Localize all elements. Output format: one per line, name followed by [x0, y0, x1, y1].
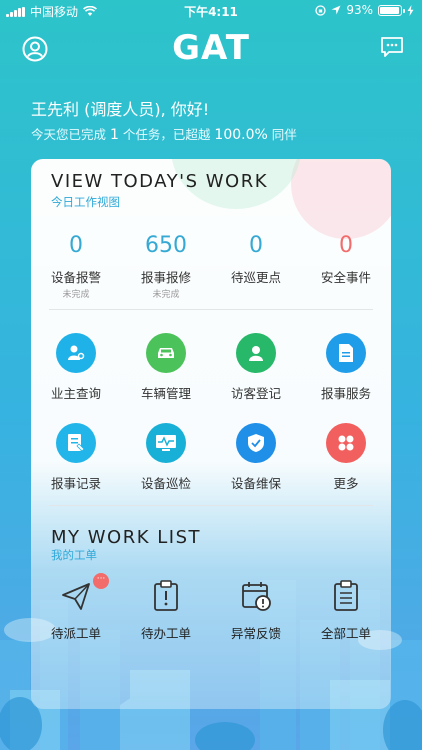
func-visitor-register[interactable]: 访客登记 [211, 333, 301, 423]
stats-row: 0 设备报警 未完成 650 报事报修 未完成 0 待巡更点 0 安全事件 [31, 233, 391, 300]
car-icon [146, 333, 186, 373]
send-icon [62, 583, 90, 610]
func-more[interactable]: 更多 [301, 423, 391, 513]
battery-icon [378, 4, 405, 16]
divider [49, 309, 373, 310]
work-pending-dispatch[interactable]: ··· 待派工单 [31, 573, 121, 642]
location-icon [331, 5, 341, 15]
notification-badge: ··· [93, 573, 109, 589]
stat-label: 报事报修 [140, 270, 191, 285]
visitor-icon [236, 333, 276, 373]
list-icon [334, 580, 358, 611]
stat-label: 安全事件 [320, 270, 371, 285]
record-icon [56, 423, 96, 463]
stat-patrol-points[interactable]: 0 待巡更点 [211, 233, 301, 300]
work-label: 全部工单 [320, 626, 371, 641]
clipboard-icon [154, 580, 178, 611]
calendar-alert-icon [242, 582, 271, 611]
func-device-inspection[interactable]: 设备巡检 [121, 423, 211, 513]
owner-icon [56, 333, 96, 373]
func-report-service[interactable]: 报事服务 [301, 333, 391, 423]
func-label: 车辆管理 [140, 386, 191, 401]
battery-percent: 93% [346, 3, 373, 17]
stat-repair-report[interactable]: 650 报事报修 未完成 [121, 233, 211, 300]
stat-note: 未完成 [62, 290, 90, 300]
stat-value: 650 [145, 233, 187, 258]
work-exception-feedback[interactable]: 异常反馈 [211, 579, 301, 642]
work-label: 待派工单 [50, 626, 101, 641]
work-label: 待办工单 [140, 626, 191, 641]
stat-device-alarm[interactable]: 0 设备报警 未完成 [31, 233, 121, 300]
app-logo: GAT [172, 28, 250, 68]
charging-icon [407, 4, 414, 16]
monitor-icon [146, 423, 186, 463]
divider [49, 505, 373, 506]
func-label: 更多 [333, 476, 359, 491]
func-label: 设备巡检 [140, 476, 191, 491]
lock-rotation-icon [315, 4, 326, 16]
func-report-records[interactable]: 报事记录 [31, 423, 121, 513]
work-list-subtitle: 我的工单 [51, 548, 97, 562]
func-label: 报事服务 [320, 386, 371, 401]
func-label: 访客登记 [230, 386, 281, 401]
func-label: 设备维保 [230, 476, 281, 491]
decoration [291, 159, 391, 239]
func-label: 业主查询 [50, 386, 101, 401]
status-bar: 中国移动 下午4:11 93% [0, 0, 422, 22]
func-owner-query[interactable]: 业主查询 [31, 333, 121, 423]
work-list: ··· 待派工单 待办工单 异常反馈 全部工单 [31, 573, 391, 642]
stat-note: 未完成 [152, 290, 180, 300]
task-count: 1 [110, 127, 119, 143]
stat-security-events[interactable]: 0 安全事件 [301, 233, 391, 300]
func-device-maintenance[interactable]: 设备维保 [211, 423, 301, 513]
work-list-title: MY WORK LIST [51, 527, 202, 548]
stat-value: 0 [339, 233, 353, 258]
app-header: GAT [0, 28, 422, 72]
today-subtitle: 今日工作视图 [51, 195, 120, 209]
work-all-orders[interactable]: 全部工单 [301, 579, 391, 642]
work-todo[interactable]: 待办工单 [121, 579, 211, 642]
func-label: 报事记录 [50, 476, 101, 491]
more-icon [326, 423, 366, 463]
work-label: 异常反馈 [230, 626, 281, 641]
percentile: 100.0% [214, 127, 268, 143]
message-icon[interactable] [380, 36, 404, 58]
today-title: VIEW TODAY'S WORK [51, 171, 269, 192]
stat-value: 0 [69, 233, 83, 258]
stat-value: 0 [249, 233, 263, 258]
user-greeting: 王先利 (调度人员), 你好! [31, 100, 210, 119]
document-icon [326, 333, 366, 373]
stat-label: 待巡更点 [230, 270, 281, 285]
shield-icon [236, 423, 276, 463]
dashboard-card: VIEW TODAY'S WORK 今日工作视图 0 设备报警 未完成 650 … [31, 159, 391, 709]
func-vehicle-management[interactable]: 车辆管理 [121, 333, 211, 423]
task-summary: 今天您已完成 1 个任务，已超越 100.0% 同伴 [31, 127, 297, 143]
function-grid: 业主查询 车辆管理 访客登记 报事服务 报事记录 设备巡检 设备维保 更多 [31, 333, 391, 513]
stat-label: 设备报警 [50, 270, 101, 285]
